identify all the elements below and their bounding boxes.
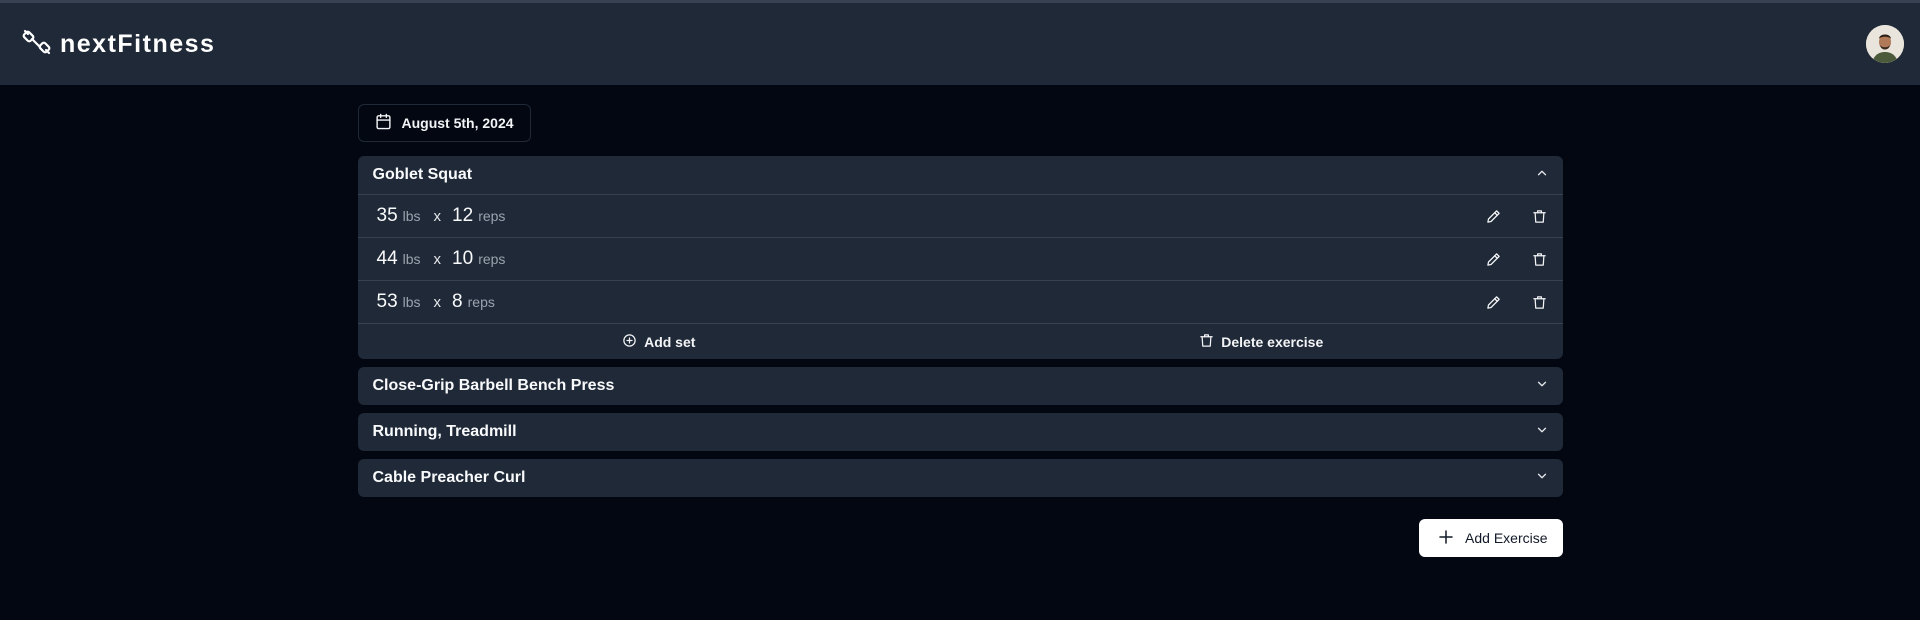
times-sign: x <box>433 294 442 311</box>
reps-unit: reps <box>478 251 506 267</box>
set-values: 35 lbs x 12 reps <box>377 205 510 227</box>
weight-unit: lbs <box>402 208 421 224</box>
exercise-title: Goblet Squat <box>372 166 473 183</box>
set-values: 44 lbs x 10 reps <box>377 248 510 270</box>
set-values: 53 lbs x 8 reps <box>377 291 499 313</box>
trash-icon[interactable] <box>1531 293 1549 311</box>
chevron-down-icon <box>1535 469 1549 488</box>
app-name: nextFitness <box>60 29 216 58</box>
exercise-title: Cable Preacher Curl <box>372 469 526 486</box>
set-weight: 44 <box>376 248 398 269</box>
calendar-icon <box>375 113 392 133</box>
exercise-header[interactable]: Running, Treadmill <box>358 413 1563 451</box>
date-label: August 5th, 2024 <box>401 115 514 131</box>
exercise-header[interactable]: Close-Grip Barbell Bench Press <box>358 367 1563 405</box>
add-set-button[interactable]: Add set <box>358 333 961 351</box>
trash-icon[interactable] <box>1531 250 1549 268</box>
add-exercise-button[interactable]: Add Exercise <box>1419 519 1563 557</box>
set-row: 35 lbs x 12 reps <box>357 194 1563 237</box>
app-header: nextFitness <box>0 3 1920 85</box>
delete-exercise-label: Delete exercise <box>1221 333 1324 350</box>
trash-icon <box>1199 333 1214 351</box>
trash-icon[interactable] <box>1531 207 1549 225</box>
add-exercise-label: Add Exercise <box>1465 530 1548 546</box>
exercise-card: Running, Treadmill <box>357 413 1563 451</box>
set-reps: 8 <box>452 291 463 312</box>
pencil-icon[interactable] <box>1485 207 1503 225</box>
exercise-card: Cable Preacher Curl <box>357 459 1563 497</box>
set-reps: 10 <box>452 248 474 269</box>
set-row: 44 lbs x 10 reps <box>357 237 1563 280</box>
plus-icon <box>1437 528 1455 549</box>
exercise-header[interactable]: Cable Preacher Curl <box>358 459 1563 497</box>
set-reps: 12 <box>452 205 474 226</box>
reps-unit: reps <box>478 208 506 224</box>
chevron-up-icon <box>1535 166 1549 185</box>
set-actions <box>1485 250 1549 268</box>
exercise-title: Close-Grip Barbell Bench Press <box>372 377 615 394</box>
set-weight: 53 <box>376 291 398 312</box>
workout-main: August 5th, 2024 Goblet Squat 35 lbs x 1… <box>357 85 1563 557</box>
set-weight: 35 <box>376 205 398 226</box>
weight-unit: lbs <box>402 294 421 310</box>
set-actions <box>1485 207 1549 225</box>
dumbbell-icon <box>22 27 52 62</box>
brand[interactable]: nextFitness <box>22 27 215 62</box>
reps-unit: reps <box>467 294 495 310</box>
user-avatar[interactable] <box>1866 25 1904 63</box>
set-row: 53 lbs x 8 reps <box>357 280 1563 323</box>
pencil-icon[interactable] <box>1485 293 1503 311</box>
times-sign: x <box>433 251 442 268</box>
times-sign: x <box>433 208 442 225</box>
plus-circle-icon <box>622 333 637 351</box>
chevron-down-icon <box>1535 423 1549 442</box>
set-actions <box>1485 293 1549 311</box>
date-picker-button[interactable]: August 5th, 2024 <box>357 104 531 142</box>
pencil-icon[interactable] <box>1485 250 1503 268</box>
exercise-card-goblet-squat: Goblet Squat 35 lbs x 12 reps 44 lbs x 1… <box>357 156 1563 359</box>
add-exercise-row: Add Exercise <box>358 519 1563 557</box>
exercise-title: Running, Treadmill <box>372 423 517 440</box>
exercise-card: Close-Grip Barbell Bench Press <box>357 367 1563 405</box>
chevron-down-icon <box>1535 377 1549 396</box>
exercise-footer: Add set Delete exercise <box>357 323 1563 359</box>
delete-exercise-button[interactable]: Delete exercise <box>960 333 1563 351</box>
exercise-header[interactable]: Goblet Squat <box>358 156 1563 194</box>
weight-unit: lbs <box>402 251 421 267</box>
add-set-label: Add set <box>644 333 696 350</box>
